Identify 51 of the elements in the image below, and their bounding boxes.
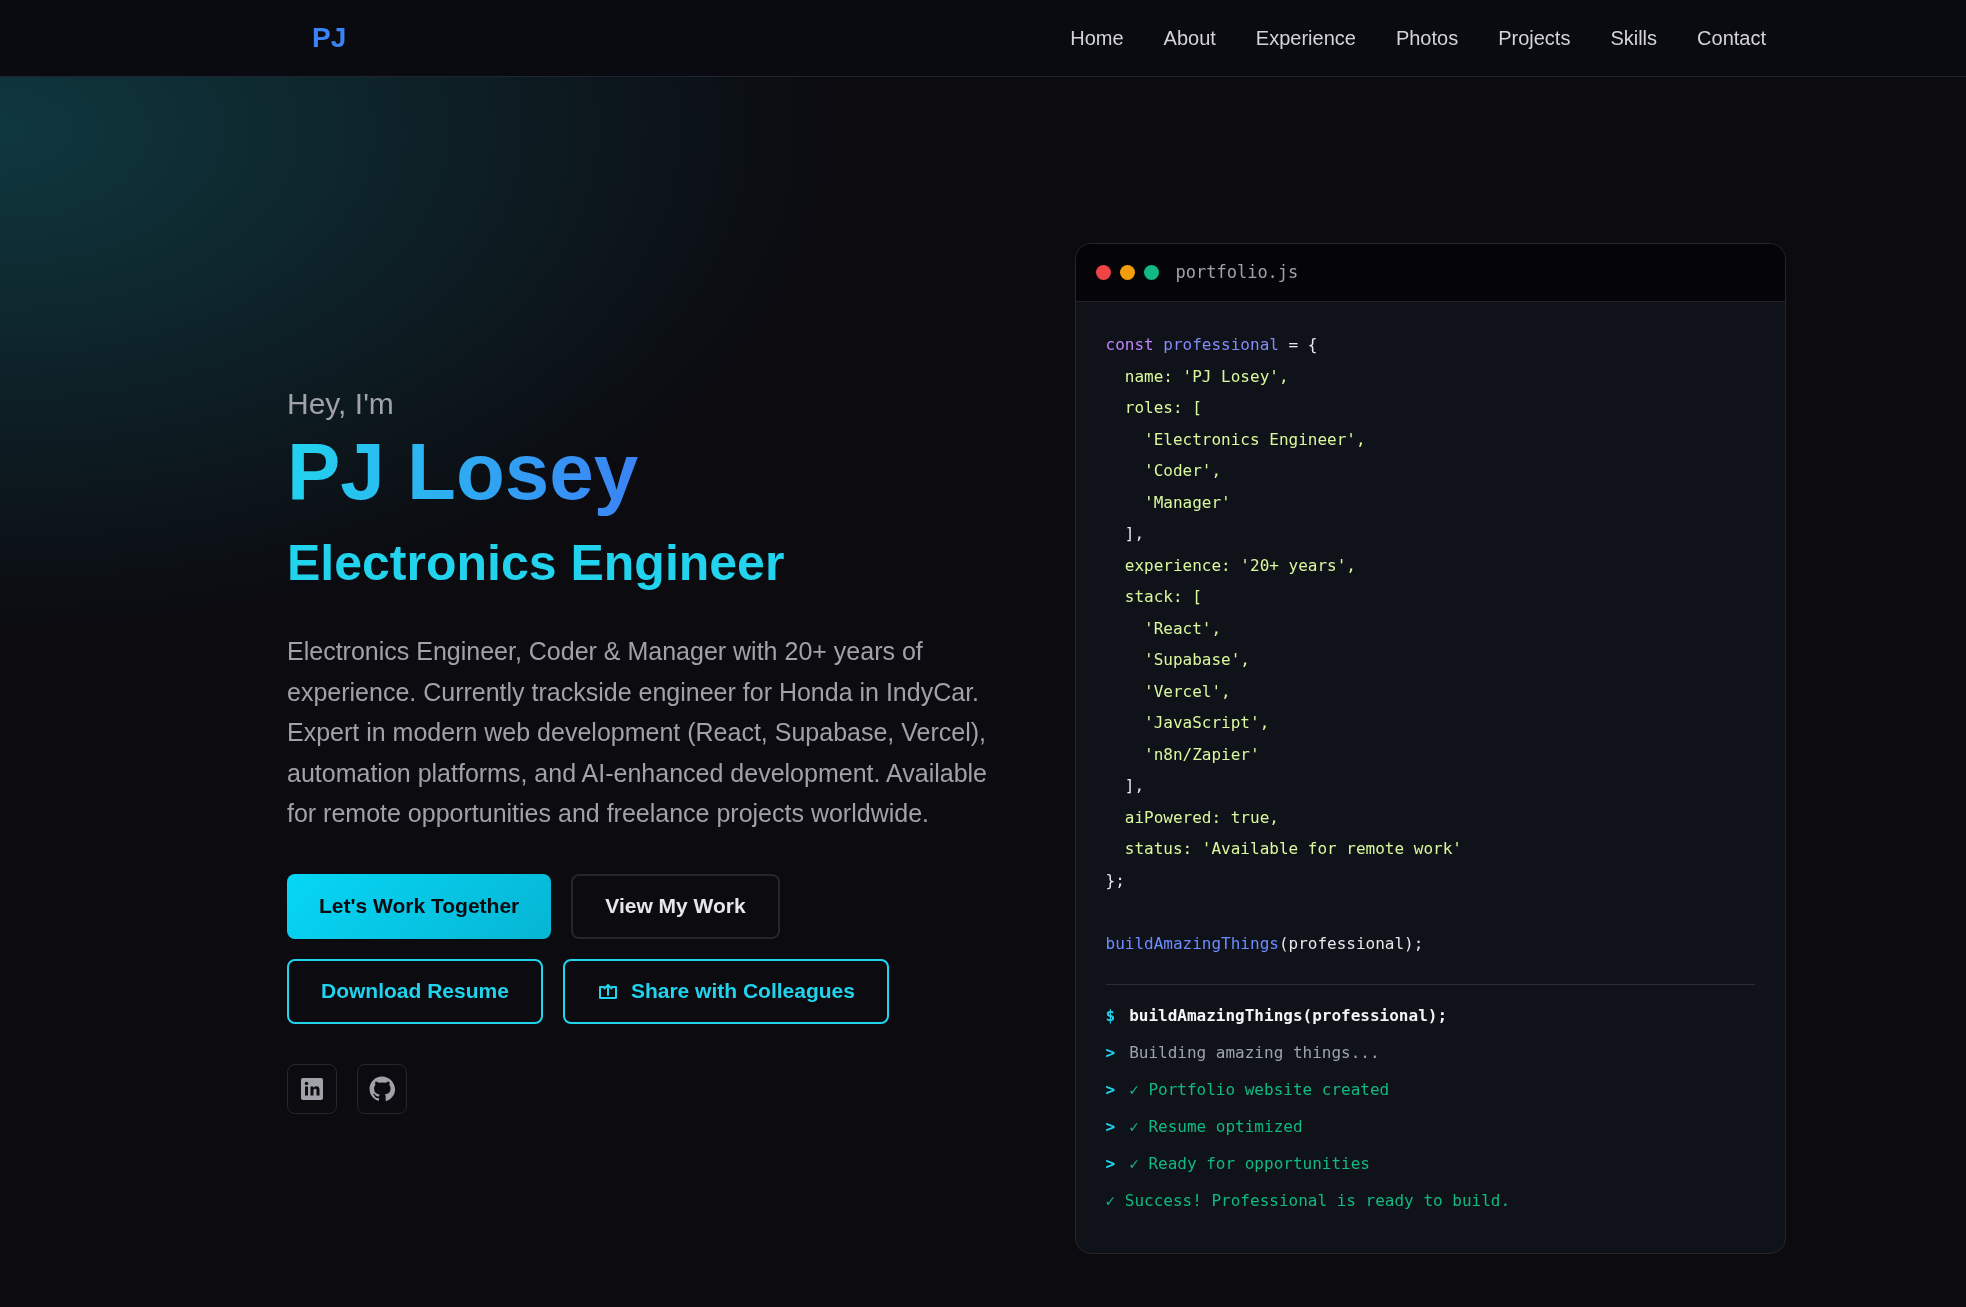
hero-role: Electronics Engineer bbox=[287, 534, 786, 593]
code-line: }; bbox=[1105, 869, 1125, 892]
code-line: 'Manager' bbox=[1143, 491, 1231, 514]
code-line: aiPowered: true, bbox=[1123, 806, 1279, 829]
terminal-prompt: > bbox=[1105, 1078, 1116, 1101]
nav-link[interactable]: Photos bbox=[1395, 23, 1459, 53]
view-work-button[interactable]: View My Work bbox=[571, 873, 780, 939]
github-icon bbox=[369, 1075, 395, 1102]
code-line: ], bbox=[1123, 523, 1145, 545]
file-name: portfolio.js bbox=[1175, 260, 1299, 284]
terminal-output: ✓ Portfolio website created bbox=[1129, 1078, 1390, 1101]
work-together-button[interactable]: Let's Work Together bbox=[287, 873, 552, 939]
terminal-prompt: > bbox=[1105, 1041, 1116, 1064]
code-line: roles: [ bbox=[1123, 397, 1202, 419]
nav-link[interactable]: About bbox=[1163, 23, 1216, 53]
terminal-output: Building amazing things... bbox=[1129, 1041, 1380, 1064]
terminal-prompt: $ bbox=[1105, 1004, 1116, 1027]
terminal-prompt: > bbox=[1105, 1152, 1116, 1175]
linkedin-icon bbox=[300, 1076, 324, 1101]
share-button[interactable]: Share with Colleagues bbox=[562, 958, 889, 1024]
nav-link[interactable]: Experience bbox=[1255, 23, 1356, 53]
nav-link[interactable]: Projects bbox=[1498, 23, 1571, 53]
code-line: status: 'Available for remote work' bbox=[1123, 838, 1462, 860]
code-line: 'Coder', bbox=[1143, 460, 1222, 482]
terminal-prompt: > bbox=[1105, 1115, 1116, 1138]
code-line: const professional = { bbox=[1105, 334, 1318, 356]
code-line: 'n8n/Zapier' bbox=[1143, 743, 1260, 766]
site-logo[interactable]: PJ bbox=[312, 17, 347, 59]
github-link[interactable] bbox=[357, 1063, 407, 1114]
code-line: 'JavaScript', bbox=[1143, 712, 1270, 734]
linkedin-link[interactable] bbox=[287, 1063, 337, 1114]
code-line: stack: [ bbox=[1123, 586, 1202, 608]
code-line: name: 'PJ Losey', bbox=[1123, 365, 1289, 388]
code-line: 'Electronics Engineer', bbox=[1143, 428, 1366, 451]
terminal-output: ✓ Resume optimized bbox=[1129, 1115, 1303, 1138]
code-line: buildAmazingThings(professional); bbox=[1105, 932, 1424, 955]
nav-link[interactable]: Home bbox=[1070, 23, 1124, 53]
code-line: 'Supabase', bbox=[1143, 649, 1250, 671]
code-line: 'Vercel', bbox=[1143, 680, 1231, 703]
download-resume-button[interactable]: Download Resume bbox=[287, 958, 543, 1024]
terminal-output: ✓ Success! Professional is ready to build. bbox=[1105, 1189, 1511, 1212]
greeting-text: Hey, I'm bbox=[287, 386, 395, 422]
code-line: experience: '20+ years', bbox=[1123, 554, 1356, 577]
share-icon bbox=[596, 981, 619, 1001]
terminal-output: buildAmazingThings(professional); bbox=[1129, 1004, 1448, 1027]
nav-link[interactable]: Contact bbox=[1697, 23, 1766, 53]
hero-bio: Electronics Engineer, Coder & Manager with 20+ years of experience. Currently trackside engineer for Honda in IndyCar. Expert in modern web development (React, Supabase, Vercel), automation platforms, and AI-enhanced development. Available for remote opportunities and freelance projects worldwide. bbox=[287, 636, 988, 829]
nav-link[interactable]: Skills bbox=[1610, 23, 1658, 53]
terminal-output: ✓ Ready for opportunities bbox=[1129, 1152, 1370, 1175]
code-line: ], bbox=[1123, 775, 1145, 797]
code-line: 'React', bbox=[1143, 617, 1222, 640]
